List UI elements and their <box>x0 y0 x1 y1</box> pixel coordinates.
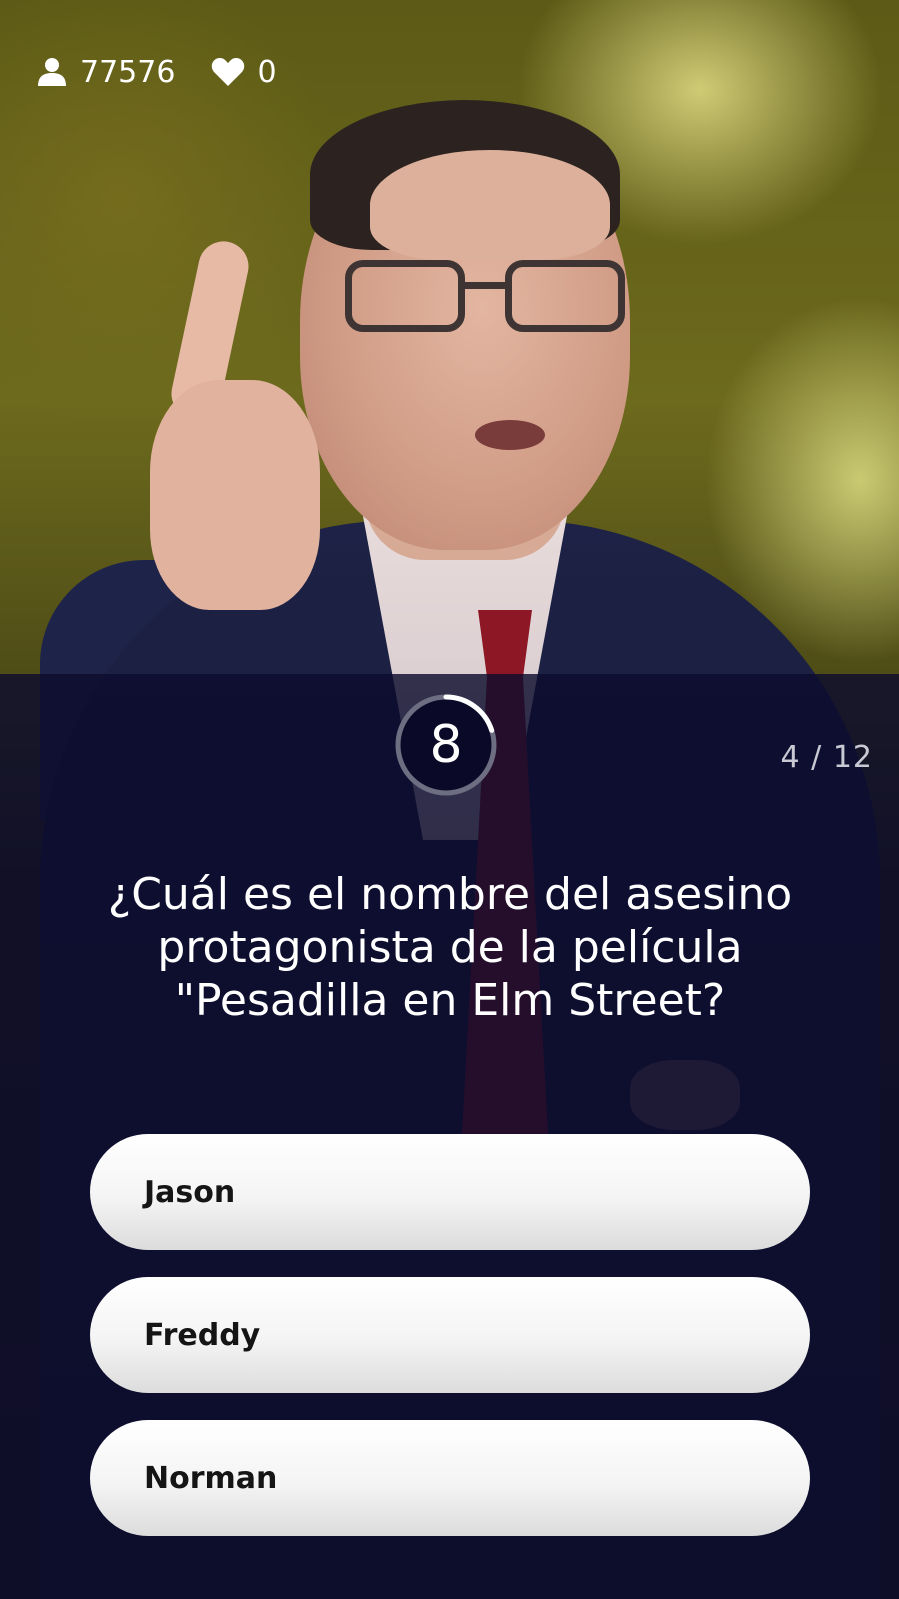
question-text: ¿Cuál es el nombre del asesino protagoni… <box>107 869 793 1026</box>
answer-option-norman[interactable]: Norman <box>90 1420 810 1536</box>
timer-seconds: 8 <box>429 715 463 775</box>
lives-count: 0 <box>257 54 277 90</box>
viewers-count: 77576 <box>80 54 176 90</box>
presenter-forehead <box>370 150 610 260</box>
presenter-mouth <box>475 420 545 450</box>
heart-icon <box>212 58 245 86</box>
user-icon <box>38 58 66 86</box>
lives-stat: 0 <box>211 54 277 90</box>
viewers-stat: 77576 <box>36 55 175 90</box>
countdown-timer: 8 <box>394 693 510 809</box>
answer-option-freddy[interactable]: Freddy <box>90 1277 810 1393</box>
live-stats: 77576 0 <box>36 52 277 92</box>
presenter-hand <box>150 380 320 610</box>
question-progress: 4 / 12 <box>780 740 873 775</box>
answer-list: Jason Freddy Norman <box>90 1134 810 1563</box>
presenter-glasses <box>345 260 625 340</box>
answer-option-jason[interactable]: Jason <box>90 1134 810 1250</box>
